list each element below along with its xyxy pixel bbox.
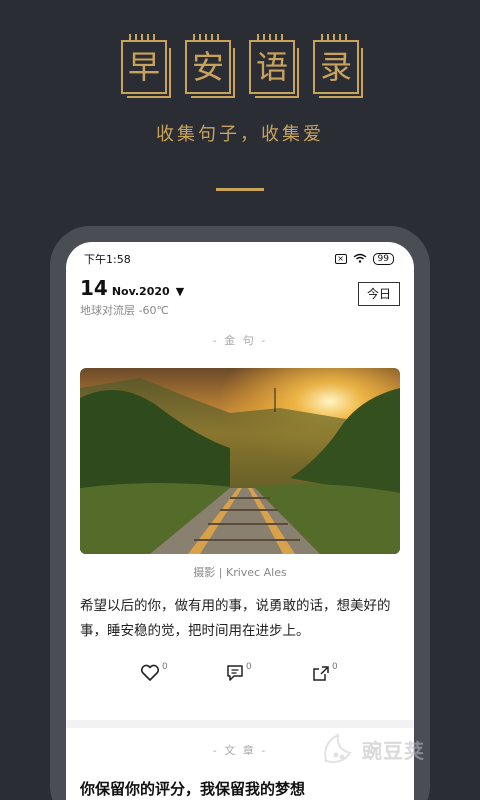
pea-logo-icon: [324, 733, 352, 763]
title-char: 录: [313, 34, 363, 98]
date-month-year: Nov.2020: [111, 285, 170, 298]
article-title[interactable]: 你保留你的评分，我保留我的梦想: [80, 778, 305, 799]
wifi-icon: [353, 253, 367, 266]
heart-icon: [140, 664, 160, 681]
comment-count: 0: [246, 662, 252, 672]
title-char: 早: [121, 34, 171, 98]
location-weather: 地球对流层 -60℃: [80, 304, 169, 317]
comment-button[interactable]: 0: [226, 662, 252, 682]
like-button[interactable]: 0: [140, 662, 168, 682]
date-selector[interactable]: 14 Nov.2020 ▼: [80, 276, 184, 300]
like-count: 0: [162, 662, 168, 672]
action-bar: 0 0 0: [66, 662, 414, 694]
status-bar: 下午1:58 × 99: [84, 250, 394, 268]
photo-caption: 摄影 | Krivec Ales: [193, 566, 287, 579]
title-char: 安: [185, 34, 235, 98]
today-button[interactable]: 今日: [358, 282, 400, 306]
app-title-banner: 早 安 语 录: [0, 34, 480, 98]
date-day: 14: [80, 276, 108, 300]
comment-icon: [227, 665, 243, 681]
battery-icon: 99: [372, 253, 394, 265]
share-count: 0: [332, 662, 338, 672]
watermark: 豌豆荚: [318, 722, 454, 776]
caret-down-icon: ▼: [175, 285, 185, 298]
status-icons: × 99: [334, 253, 394, 266]
daily-photo[interactable]: [80, 368, 400, 554]
quote-section-label: - 金 句 -: [212, 334, 268, 347]
share-icon: [313, 666, 329, 681]
status-time: 下午1:58: [84, 253, 131, 266]
tagline: 收集句子，收集爱: [156, 124, 324, 145]
sim-off-icon: ×: [334, 254, 347, 264]
watermark-text: 豌豆荚: [362, 738, 425, 763]
divider: [216, 188, 264, 191]
phone-screen: 下午1:58 × 99 14 Nov.2020 ▼ 地球对流层 -60℃ 今日 …: [66, 242, 414, 800]
title-char: 语: [249, 34, 299, 98]
quote-text: 希望以后的你，做有用的事，说勇敢的话，想美好的事，睡安稳的觉，把时间用在进步上。: [80, 598, 391, 639]
share-button[interactable]: 0: [312, 662, 338, 682]
